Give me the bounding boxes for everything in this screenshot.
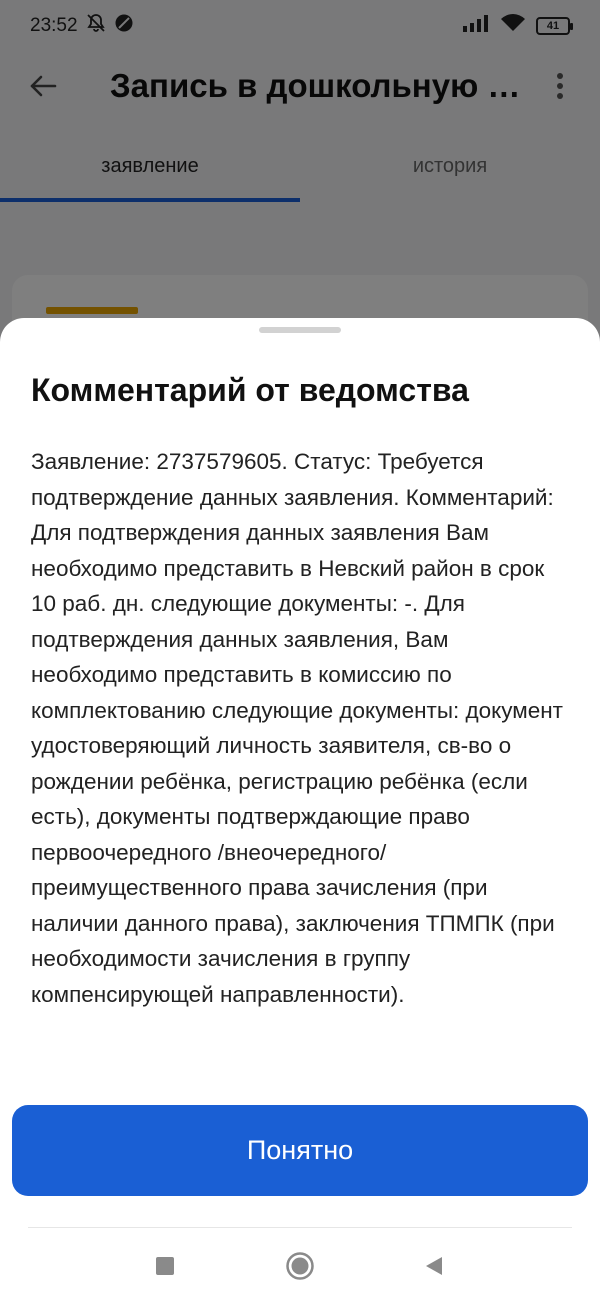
ok-button[interactable]: Понятно bbox=[12, 1105, 588, 1196]
sheet-comment-text: Заявление: 2737579605. Статус: Требуется… bbox=[31, 449, 563, 1007]
bottom-sheet: Комментарий от ведомства Заявление: 2737… bbox=[0, 318, 600, 1299]
sheet-title: Комментарий от ведомства bbox=[31, 372, 469, 408]
back-triangle-icon[interactable] bbox=[414, 1246, 454, 1286]
sheet-drag-handle[interactable] bbox=[259, 327, 341, 333]
home-icon[interactable] bbox=[280, 1246, 320, 1286]
recents-icon[interactable] bbox=[145, 1246, 185, 1286]
system-nav-bar bbox=[0, 1228, 600, 1299]
